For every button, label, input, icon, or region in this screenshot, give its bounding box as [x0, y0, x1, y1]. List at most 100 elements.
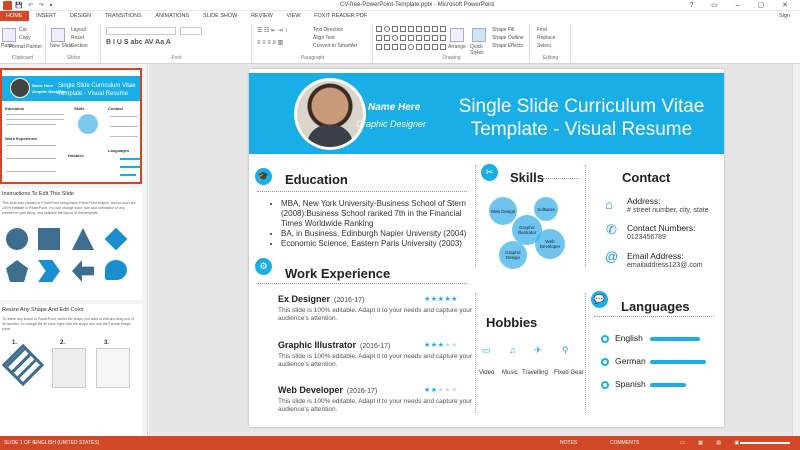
resume-slide[interactable]: Name Here Graphic Designer Single Slide … — [249, 69, 724, 427]
reset-button[interactable]: Reset — [71, 35, 84, 41]
quick-styles-icon[interactable] — [472, 28, 486, 42]
arrange-icon[interactable] — [450, 28, 464, 42]
slide-title[interactable]: Single Slide Curriculum Vitae Template -… — [439, 95, 724, 141]
thumb-section: Contact — [108, 106, 123, 111]
email-value: emailaddress123@.com — [627, 262, 703, 269]
arrange-button[interactable]: Arrange — [448, 44, 466, 50]
comments-button[interactable]: COMMENTS — [610, 440, 639, 446]
view-buttons[interactable]: ▭ ▦ ▤ ▣ — [680, 440, 745, 446]
language-name[interactable]: Spanish — [615, 379, 646, 389]
new-slide-button[interactable]: New Slide — [50, 43, 73, 49]
thumb3-heading: Resize Any Shape And Edit Color — [2, 307, 84, 313]
language-name[interactable]: English — [615, 333, 643, 343]
copy-button[interactable]: Copy — [19, 35, 31, 41]
slide-title-line-2: Template - Visual Resume — [470, 119, 693, 140]
language-indicator[interactable]: ENGLISH (UNITED STATES) — [34, 440, 99, 446]
phone-value: 0123456789 — [627, 234, 666, 241]
align-text-button[interactable]: Align Text — [313, 35, 335, 41]
skill-bubble[interactable]: Software — [534, 197, 558, 221]
layout-button[interactable]: Layout — [71, 27, 86, 33]
star-filled-icon: ★ — [430, 296, 438, 303]
hobbies-heading[interactable]: Hobbies — [486, 315, 537, 330]
section-button[interactable]: Section — [71, 43, 88, 49]
powerpoint-icon[interactable] — [3, 1, 12, 10]
select-button[interactable]: Select — [537, 43, 551, 49]
vertical-scrollbar[interactable] — [792, 64, 800, 436]
tab-review[interactable]: REVIEW — [245, 11, 279, 21]
thumb2-heading: Instructions To Edit This Slide — [2, 191, 74, 197]
tab-animations[interactable]: ANIMATIONS — [149, 11, 195, 21]
language-level-bar — [650, 337, 700, 341]
star-empty-icon: ★ — [451, 342, 458, 349]
find-button[interactable]: Find — [537, 27, 547, 33]
cut-button[interactable]: Cut — [19, 27, 27, 33]
text-direction-button[interactable]: Text Direction — [313, 27, 343, 33]
font-format-buttons[interactable]: B I U S abc AV Aa A — [106, 39, 171, 46]
language-name[interactable]: German — [615, 356, 646, 366]
slide-thumbnail-3[interactable]: Resize Any Shape And Edit Color To resiz… — [0, 304, 142, 436]
tab-foxit[interactable]: FOXIT READER PDF — [308, 11, 373, 21]
slide-thumbnail-panel[interactable]: Name Here Graphic Designer Single Slide … — [0, 64, 148, 436]
address-label: Address: — [627, 196, 661, 206]
email-block[interactable]: Email Address: emailaddress123@.com — [627, 251, 703, 271]
shape-outline-button[interactable]: Shape Outline — [492, 35, 524, 41]
slide-thumbnail-1[interactable]: Name Here Graphic Designer Single Slide … — [0, 68, 142, 184]
address-block[interactable]: Address: # street number, city, state — [627, 196, 709, 216]
thumb-section: Hobbies — [68, 153, 84, 158]
paste-icon[interactable] — [2, 28, 16, 42]
notes-button[interactable]: NOTES — [560, 440, 577, 446]
slide-thumbnail-2[interactable]: Instructions To Edit This Slide This sli… — [0, 188, 142, 300]
shapes-gallery[interactable] — [376, 26, 446, 52]
zoom-slider[interactable] — [740, 442, 790, 444]
diamond-shape — [104, 227, 128, 251]
shape-fill-button[interactable]: Shape Fill — [492, 27, 514, 33]
slide-editing-area[interactable]: Name Here Graphic Designer Single Slide … — [149, 64, 800, 436]
education-heading[interactable]: Education — [285, 172, 348, 187]
email-label: Email Address: — [627, 251, 684, 261]
pentagon-shape — [6, 260, 28, 282]
format-painter-button[interactable]: Format Painter — [9, 44, 42, 50]
skill-bubble[interactable]: Web Design — [489, 197, 517, 225]
education-list[interactable]: MBA, New York University-Business School… — [271, 199, 481, 249]
tab-transitions[interactable]: TRANSITIONS — [99, 11, 148, 21]
contact-heading[interactable]: Contact — [622, 170, 670, 185]
gears-icon: ⚙ — [255, 258, 272, 275]
person-role[interactable]: Graphic Designer — [356, 119, 426, 129]
status-bar: SLIDE 1 OF 6 ENGLISH (UNITED STATES) NOT… — [0, 436, 800, 450]
work-experience-heading[interactable]: Work Experience — [285, 266, 390, 281]
tab-insert[interactable]: INSERT — [30, 11, 62, 21]
skill-bubble[interactable]: Web Developer — [535, 229, 565, 259]
tab-slide-show[interactable]: SLIDE SHOW — [197, 11, 244, 21]
replace-button[interactable]: Replace — [537, 35, 555, 41]
thumb-section: Work Experience — [5, 136, 38, 141]
left-arrow-shape — [72, 260, 94, 282]
person-name[interactable]: Name Here — [368, 102, 420, 113]
language-bullet — [601, 335, 609, 343]
thumb-name: Name Here — [32, 83, 53, 88]
sign-in-link[interactable]: Sign — [773, 11, 796, 21]
clipboard-group: Paste Cut Copy Format Painter Clipboard — [0, 24, 46, 62]
languages-heading[interactable]: Languages — [621, 299, 690, 314]
slide-title-line-1: Single Slide Curriculum Vitae — [458, 96, 705, 117]
phone-block[interactable]: Contact Numbers: 0123456789 — [627, 223, 696, 243]
window-controls[interactable]: ? ▭ – ▢ ✕ — [689, 1, 796, 9]
align-buttons[interactable]: ≡ ≡ ≡ ≡ ▥ — [257, 39, 283, 46]
skills-heading[interactable]: Skills — [510, 170, 544, 185]
quick-access-toolbar[interactable]: 💾 ↶ ↷ ▾ — [15, 2, 55, 9]
job-years: (2016-17) — [346, 388, 378, 395]
profile-photo[interactable] — [294, 78, 366, 150]
language-level-bar — [650, 383, 686, 387]
tab-home[interactable]: HOME — [0, 11, 29, 21]
tab-view[interactable]: VIEW — [280, 11, 306, 21]
shape-effects-button[interactable]: Shape Effects — [492, 43, 523, 49]
font-size-select[interactable] — [180, 27, 202, 35]
chevron-shape — [38, 260, 60, 282]
new-slide-icon[interactable] — [51, 28, 65, 42]
smartart-button[interactable]: Convert to SmartArt — [313, 43, 357, 49]
tools-icon: ✂ — [481, 164, 498, 181]
list-buttons[interactable]: ☰ ☷ ⇤ ⇥ ↕ — [257, 27, 287, 34]
job-title: Web Developer — [278, 385, 343, 395]
font-family-select[interactable] — [106, 27, 176, 35]
tab-design[interactable]: DESIGN — [64, 11, 97, 21]
skill-bubble[interactable]: Graphic Design — [499, 241, 527, 269]
